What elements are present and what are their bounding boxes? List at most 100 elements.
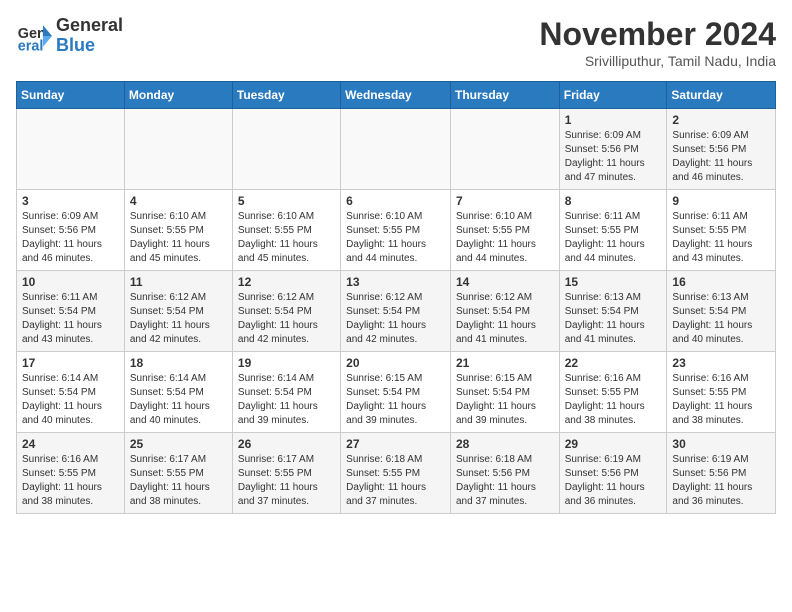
- calendar-cell: 28Sunrise: 6:18 AMSunset: 5:56 PMDayligh…: [450, 433, 559, 514]
- day-number: 29: [565, 437, 662, 451]
- day-info: Sunrise: 6:16 AMSunset: 5:55 PMDaylight:…: [672, 372, 770, 428]
- day-number: 17: [22, 356, 119, 370]
- calendar-cell: 24Sunrise: 6:16 AMSunset: 5:55 PMDayligh…: [17, 433, 125, 514]
- calendar-cell: 1 Sunrise: 6:09 AMSunset: 5:56 PMDaylight…: [559, 109, 667, 190]
- day-info: Sunrise: 6:11 AMSunset: 5:55 PMDaylight:…: [672, 210, 770, 266]
- day-number: 16: [672, 275, 770, 289]
- calendar-cell: [341, 109, 451, 190]
- day-info: Sunrise: 6:19 AMSunset: 5:56 PMDaylight:…: [565, 453, 662, 509]
- calendar-header-saturday: Saturday: [667, 82, 776, 109]
- calendar-cell: 22Sunrise: 6:16 AMSunset: 5:55 PMDayligh…: [559, 352, 667, 433]
- calendar-cell: [124, 109, 232, 190]
- day-info: Sunrise: 6:10 AMSunset: 5:55 PMDaylight:…: [130, 210, 227, 266]
- calendar-cell: [17, 109, 125, 190]
- day-info: Sunrise: 6:15 AMSunset: 5:54 PMDaylight:…: [456, 372, 554, 428]
- logo-text: General Blue: [56, 16, 123, 56]
- calendar-cell: 27 Sunrise: 6:18 AMSunset: 5:55 PMDayligh…: [341, 433, 451, 514]
- page-header: Gen eral General Blue November 2024 Sriv…: [16, 16, 776, 69]
- day-number: 30: [672, 437, 770, 451]
- calendar-cell: 4 Sunrise: 6:10 AMSunset: 5:55 PMDaylight…: [124, 190, 232, 271]
- day-info: Sunrise: 6:17 AMSunset: 5:55 PMDaylight:…: [130, 453, 227, 509]
- calendar-cell: 10 Sunrise: 6:11 AMSunset: 5:54 PMDayligh…: [17, 271, 125, 352]
- calendar-header-thursday: Thursday: [450, 82, 559, 109]
- day-number: 21: [456, 356, 554, 370]
- day-info: Sunrise: 6:12 AMSunset: 5:54 PMDaylight:…: [238, 291, 335, 347]
- day-number: 3: [22, 194, 119, 208]
- calendar-cell: 13 Sunrise: 6:12 AMSunset: 5:54 PMDayligh…: [341, 271, 451, 352]
- calendar-cell: 16 Sunrise: 6:13 AMSunset: 5:54 PMDayligh…: [667, 271, 776, 352]
- day-number: 23: [672, 356, 770, 370]
- calendar-cell: 7Sunrise: 6:10 AMSunset: 5:55 PMDaylight…: [450, 190, 559, 271]
- calendar-cell: 26 Sunrise: 6:17 AMSunset: 5:55 PMDayligh…: [232, 433, 340, 514]
- calendar-week-2: 3Sunrise: 6:09 AMSunset: 5:56 PMDaylight…: [17, 190, 776, 271]
- day-number: 9: [672, 194, 770, 208]
- calendar-cell: 23 Sunrise: 6:16 AMSunset: 5:55 PMDayligh…: [667, 352, 776, 433]
- day-info: Sunrise: 6:11 AMSunset: 5:54 PMDaylight:…: [22, 291, 119, 347]
- day-number: 10: [22, 275, 119, 289]
- day-number: 26: [238, 437, 335, 451]
- calendar-cell: 6 Sunrise: 6:10 AMSunset: 5:55 PMDaylight…: [341, 190, 451, 271]
- day-number: 11: [130, 275, 227, 289]
- day-info: Sunrise: 6:18 AMSunset: 5:55 PMDaylight:…: [346, 453, 445, 509]
- calendar-header-monday: Monday: [124, 82, 232, 109]
- calendar-cell: 14 Sunrise: 6:12 AMSunset: 5:54 PMDayligh…: [450, 271, 559, 352]
- calendar-cell: 12 Sunrise: 6:12 AMSunset: 5:54 PMDayligh…: [232, 271, 340, 352]
- day-info: Sunrise: 6:18 AMSunset: 5:56 PMDaylight:…: [456, 453, 554, 509]
- day-info: Sunrise: 6:14 AMSunset: 5:54 PMDaylight:…: [130, 372, 227, 428]
- calendar-week-5: 24Sunrise: 6:16 AMSunset: 5:55 PMDayligh…: [17, 433, 776, 514]
- day-info: Sunrise: 6:13 AMSunset: 5:54 PMDaylight:…: [565, 291, 662, 347]
- day-number: 13: [346, 275, 445, 289]
- calendar-cell: 5 Sunrise: 6:10 AMSunset: 5:55 PMDaylight…: [232, 190, 340, 271]
- day-number: 2: [672, 113, 770, 127]
- day-number: 4: [130, 194, 227, 208]
- day-number: 8: [565, 194, 662, 208]
- location: Srivilliputhur, Tamil Nadu, India: [539, 53, 776, 69]
- calendar-cell: 25 Sunrise: 6:17 AMSunset: 5:55 PMDayligh…: [124, 433, 232, 514]
- day-info: Sunrise: 6:15 AMSunset: 5:54 PMDaylight:…: [346, 372, 445, 428]
- calendar-header-friday: Friday: [559, 82, 667, 109]
- calendar-cell: 3Sunrise: 6:09 AMSunset: 5:56 PMDaylight…: [17, 190, 125, 271]
- day-number: 27: [346, 437, 445, 451]
- day-info: Sunrise: 6:12 AMSunset: 5:54 PMDaylight:…: [456, 291, 554, 347]
- calendar-cell: [232, 109, 340, 190]
- calendar-week-1: 1 Sunrise: 6:09 AMSunset: 5:56 PMDaylight…: [17, 109, 776, 190]
- day-info: Sunrise: 6:14 AMSunset: 5:54 PMDaylight:…: [238, 372, 335, 428]
- logo-icon: Gen eral: [16, 18, 52, 54]
- day-number: 6: [346, 194, 445, 208]
- calendar-cell: 19Sunrise: 6:14 AMSunset: 5:54 PMDayligh…: [232, 352, 340, 433]
- calendar-cell: 9 Sunrise: 6:11 AMSunset: 5:55 PMDaylight…: [667, 190, 776, 271]
- day-number: 5: [238, 194, 335, 208]
- day-number: 20: [346, 356, 445, 370]
- day-number: 1: [565, 113, 662, 127]
- day-info: Sunrise: 6:12 AMSunset: 5:54 PMDaylight:…: [346, 291, 445, 347]
- calendar-cell: 17 Sunrise: 6:14 AMSunset: 5:54 PMDayligh…: [17, 352, 125, 433]
- day-info: Sunrise: 6:16 AMSunset: 5:55 PMDaylight:…: [565, 372, 662, 428]
- day-info: Sunrise: 6:19 AMSunset: 5:56 PMDaylight:…: [672, 453, 770, 509]
- day-info: Sunrise: 6:10 AMSunset: 5:55 PMDaylight:…: [238, 210, 335, 266]
- calendar-cell: 30 Sunrise: 6:19 AMSunset: 5:56 PMDayligh…: [667, 433, 776, 514]
- day-number: 12: [238, 275, 335, 289]
- logo-general: General: [56, 16, 123, 36]
- calendar-week-3: 10 Sunrise: 6:11 AMSunset: 5:54 PMDayligh…: [17, 271, 776, 352]
- calendar-cell: 18Sunrise: 6:14 AMSunset: 5:54 PMDayligh…: [124, 352, 232, 433]
- day-info: Sunrise: 6:17 AMSunset: 5:55 PMDaylight:…: [238, 453, 335, 509]
- calendar-week-4: 17 Sunrise: 6:14 AMSunset: 5:54 PMDayligh…: [17, 352, 776, 433]
- day-info: Sunrise: 6:11 AMSunset: 5:55 PMDaylight:…: [565, 210, 662, 266]
- day-info: Sunrise: 6:09 AMSunset: 5:56 PMDaylight:…: [565, 129, 662, 185]
- day-info: Sunrise: 6:12 AMSunset: 5:54 PMDaylight:…: [130, 291, 227, 347]
- day-info: Sunrise: 6:10 AMSunset: 5:55 PMDaylight:…: [346, 210, 445, 266]
- title-section: November 2024 Srivilliputhur, Tamil Nadu…: [539, 16, 776, 69]
- day-number: 15: [565, 275, 662, 289]
- day-info: Sunrise: 6:13 AMSunset: 5:54 PMDaylight:…: [672, 291, 770, 347]
- calendar-header-row: SundayMondayTuesdayWednesdayThursdayFrid…: [17, 82, 776, 109]
- calendar-cell: [450, 109, 559, 190]
- calendar-header-wednesday: Wednesday: [341, 82, 451, 109]
- month-title: November 2024: [539, 16, 776, 53]
- day-number: 25: [130, 437, 227, 451]
- day-number: 14: [456, 275, 554, 289]
- logo: Gen eral General Blue: [16, 16, 123, 56]
- calendar: SundayMondayTuesdayWednesdayThursdayFrid…: [16, 81, 776, 514]
- calendar-header-sunday: Sunday: [17, 82, 125, 109]
- day-info: Sunrise: 6:14 AMSunset: 5:54 PMDaylight:…: [22, 372, 119, 428]
- calendar-cell: 15 Sunrise: 6:13 AMSunset: 5:54 PMDayligh…: [559, 271, 667, 352]
